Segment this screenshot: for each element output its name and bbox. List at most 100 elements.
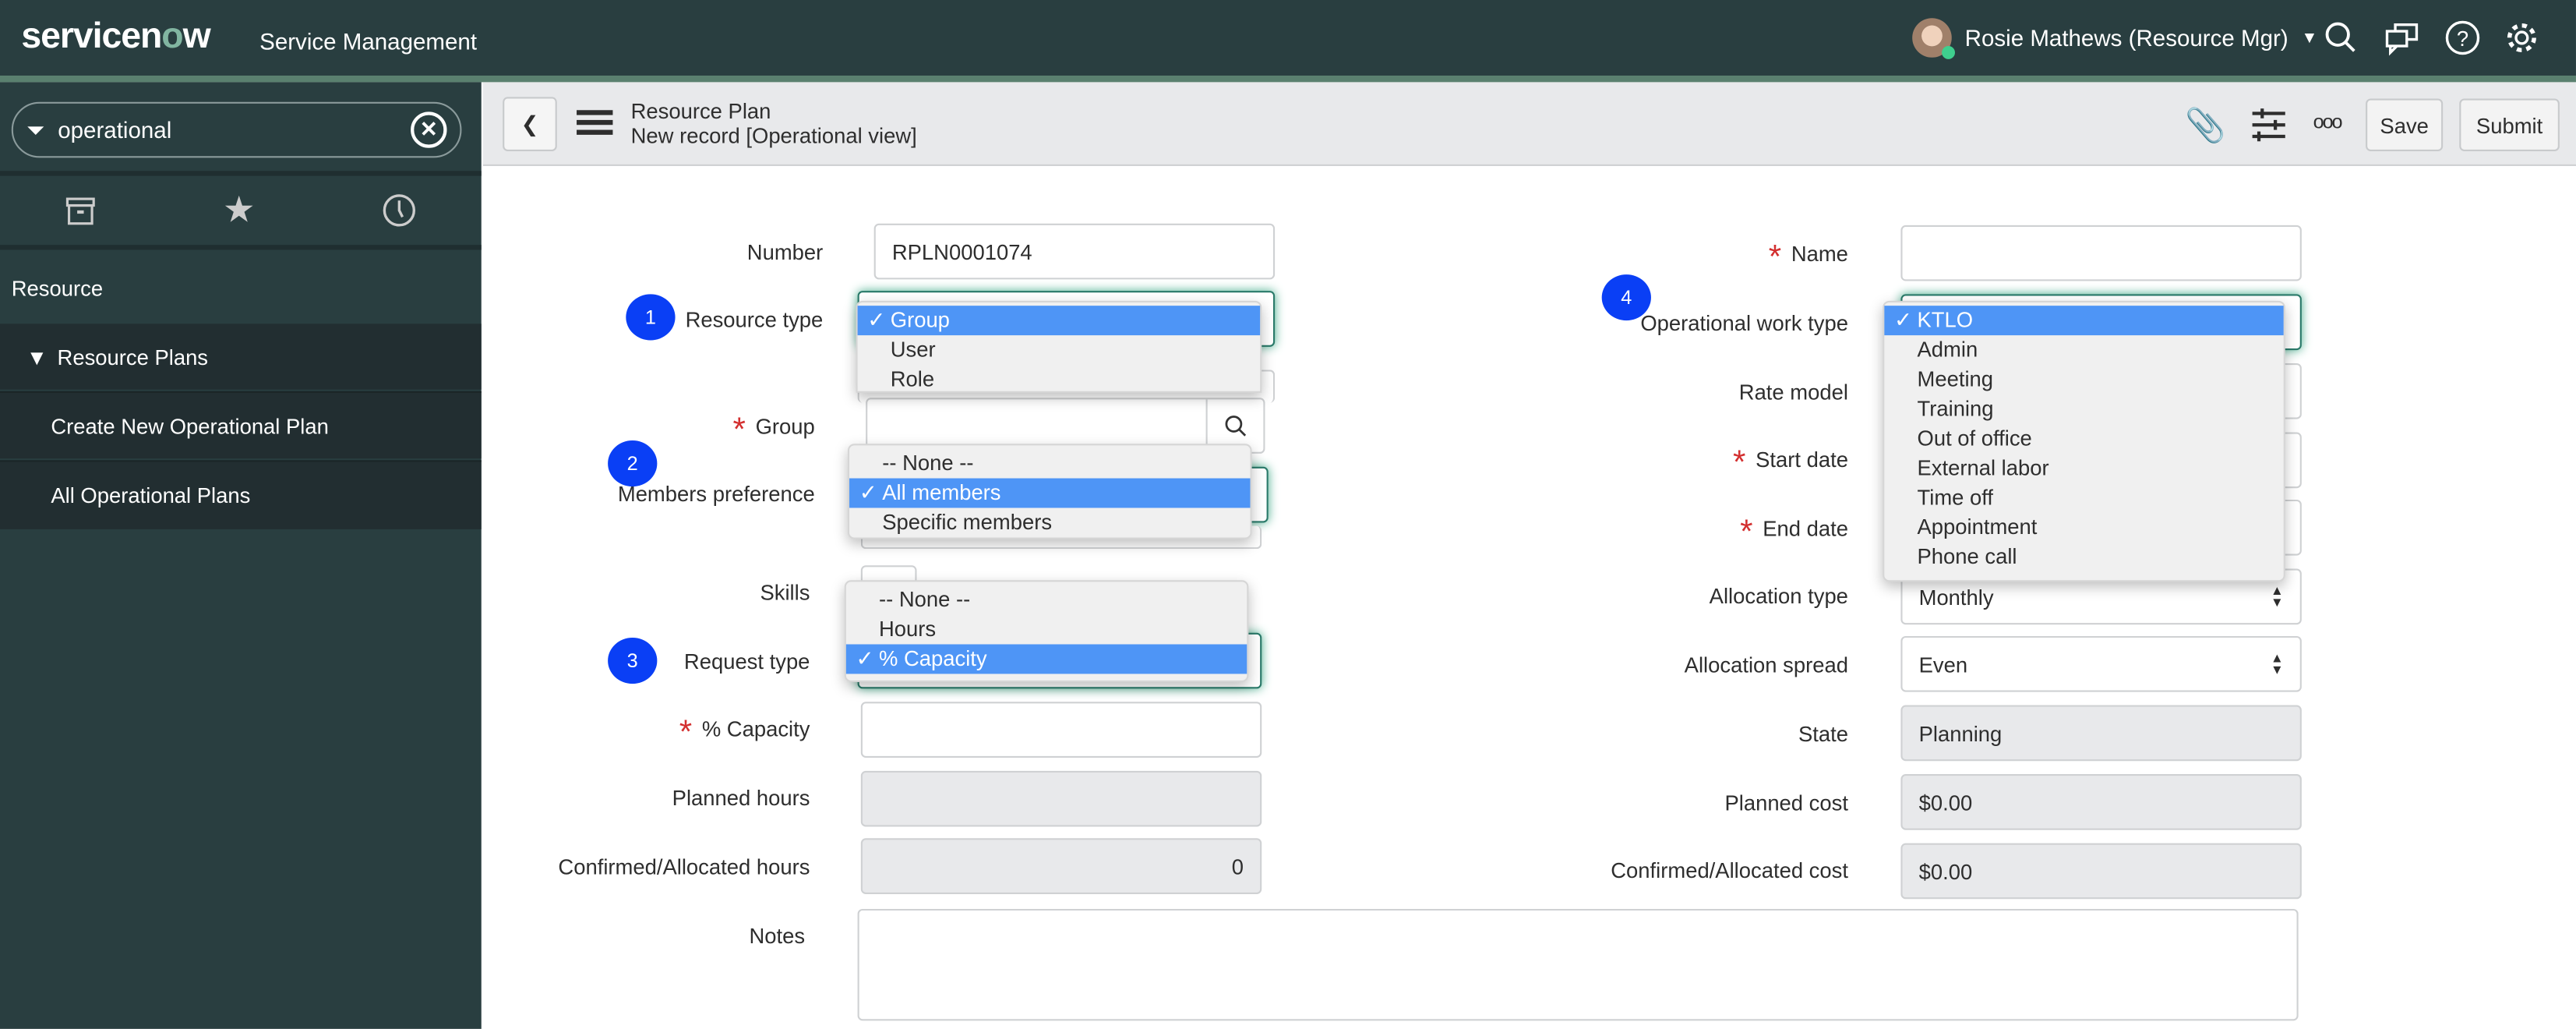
sidebar: ⏷ operational ✕ ★ Resource ▼ Resource Pla… [0, 82, 482, 1029]
svg-text:?: ? [2457, 27, 2468, 51]
notes-textarea[interactable] [857, 908, 2299, 1021]
confirmed-cost-field: $0.00 [1900, 843, 2302, 900]
start-date-label: * Start date [1479, 447, 1848, 479]
required-icon: * [732, 412, 746, 449]
record-subtitle: New record [Operational view] [630, 123, 917, 148]
state-label: State [1798, 721, 1848, 747]
dropdown-option[interactable]: User [858, 335, 1261, 365]
confirmed-hours-label: Confirmed/Allocated hours [558, 854, 810, 879]
sidebar-item-create-plan[interactable]: Create New Operational Plan [0, 391, 482, 459]
planned-hours-field [860, 770, 1262, 827]
members-preference-label: Members preference [617, 481, 815, 507]
user-name: Rosie Mathews (Resource Mgr) [1964, 24, 2288, 51]
clock-icon[interactable] [382, 193, 418, 228]
name-input[interactable] [1900, 225, 2302, 281]
product-name: Service Management [259, 27, 478, 55]
request-type-dropdown: -- None --Hours% Capacity [844, 580, 1249, 682]
step-badge-3: 3 [608, 638, 658, 684]
archive-icon[interactable] [63, 194, 96, 227]
dropdown-option[interactable]: Role [858, 365, 1261, 394]
paperclip-icon[interactable]: 📎 [2185, 105, 2226, 147]
skills-label: Skills [760, 580, 810, 605]
dropdown-option[interactable]: Group [857, 306, 1261, 336]
back-button[interactable]: ❮ [503, 97, 557, 151]
chevron-left-icon: ❮ [520, 111, 539, 136]
user-menu[interactable]: Rosie Mathews (Resource Mgr) ▼ [1912, 18, 2317, 59]
number-input[interactable]: RPLN0001074 [873, 223, 1276, 280]
gear-icon[interactable] [2504, 19, 2539, 55]
group-label-text: Group [755, 414, 815, 439]
select-arrows-icon: ▲▼ [2270, 650, 2284, 677]
end-date-label: * End date [1479, 516, 1848, 549]
dropdown-option[interactable]: External labor [1884, 454, 2283, 483]
clear-icon[interactable]: ✕ [411, 111, 447, 148]
dropdown-option[interactable]: % Capacity [845, 644, 1247, 674]
required-icon: * [1732, 445, 1746, 482]
allocation-spread-value: Even [1918, 651, 1968, 677]
resource-type-dropdown: GroupUserRole [856, 300, 1262, 394]
allocation-spread-label: Allocation spread [1684, 652, 1848, 677]
filter-input[interactable]: operational [58, 117, 397, 143]
dropdown-option[interactable]: -- None -- [846, 585, 1247, 615]
star-icon[interactable]: ★ [223, 189, 256, 232]
form-toolbar: ❮ Resource Plan New record [Operational … [482, 82, 2576, 166]
group-label: * Group [493, 414, 815, 447]
save-button[interactable]: Save [2366, 98, 2444, 151]
required-icon: * [1768, 239, 1782, 277]
dropdown-option[interactable]: Out of office [1884, 424, 2283, 454]
capacity-input[interactable] [860, 702, 1262, 758]
number-label: Number [746, 239, 824, 265]
step-badge-2: 2 [608, 440, 658, 487]
end-date-label-text: End date [1763, 516, 1848, 541]
dropdown-option[interactable]: Meeting [1884, 365, 2283, 394]
settings-sliders-icon[interactable] [2251, 108, 2287, 142]
sidebar-item-resource-plans[interactable]: ▼ Resource Plans [0, 324, 482, 390]
navigator-filter[interactable]: ⏷ operational ✕ [11, 101, 462, 158]
dropdown-option[interactable]: Specific members [849, 507, 1250, 537]
sidebar-item-resource[interactable]: Resource [0, 255, 482, 322]
search-icon[interactable] [2323, 19, 2359, 55]
sidebar-item-label: Resource Plans [57, 344, 209, 370]
name-label: * Name [1479, 241, 1848, 274]
servicenow-logo[interactable]: servicenow [21, 15, 210, 58]
dropdown-option[interactable]: Hours [846, 615, 1247, 645]
dropdown-option[interactable]: Time off [1884, 483, 2283, 513]
name-label-text: Name [1791, 241, 1848, 267]
sidebar-item-all-plans[interactable]: All Operational Plans [0, 460, 482, 529]
step-badge-1: 1 [626, 294, 676, 341]
dropdown-option[interactable]: Admin [1884, 335, 2283, 365]
sidebar-item-label: Resource [11, 276, 104, 301]
avatar [1912, 18, 1955, 59]
submit-button[interactable]: Submit [2459, 98, 2560, 151]
dropdown-option[interactable]: KTLO [1884, 306, 2284, 336]
triangle-down-icon: ▼ [26, 344, 48, 370]
work-type-dropdown: KTLOAdminMeetingTrainingOut of officeExt… [1883, 300, 2285, 582]
allocation-spread-select[interactable]: Even ▲ ▼ [1900, 635, 2302, 692]
dropdown-option[interactable]: Appointment [1884, 513, 2283, 543]
members-preference-dropdown: -- None --All membersSpecific members [847, 444, 1252, 539]
menu-icon[interactable] [577, 110, 613, 135]
required-icon: * [1740, 514, 1753, 551]
capacity-label: * % Capacity [493, 716, 810, 749]
state-field: Planning [1900, 705, 2302, 762]
dropdown-option[interactable]: All members [849, 478, 1251, 508]
dropdown-option[interactable]: -- None -- [849, 449, 1250, 479]
sidebar-item-label: All Operational Plans [51, 483, 251, 508]
top-header: servicenow Service Management Rosie Math… [0, 0, 2576, 76]
header-stripe [0, 75, 2576, 83]
dropdown-option[interactable]: Training [1884, 394, 2283, 424]
chat-icon[interactable] [2384, 19, 2419, 56]
help-icon[interactable]: ? [2444, 19, 2480, 55]
more-options-icon[interactable]: ooo [2313, 110, 2343, 133]
sidebar-tabs: ★ [0, 171, 482, 250]
search-icon [1225, 415, 1247, 437]
start-date-label-text: Start date [1756, 447, 1848, 472]
rate-model-label: Rate model [1738, 380, 1848, 405]
dropdown-option[interactable]: Phone call [1884, 543, 2283, 572]
step-badge-4: 4 [1601, 274, 1651, 321]
allocation-type-value: Monthly [1918, 584, 1994, 610]
planned-cost-label: Planned cost [1724, 790, 1848, 815]
notes-label: Notes [749, 923, 806, 949]
confirmed-hours-field: 0 [860, 838, 1262, 894]
confirmed-cost-label: Confirmed/Allocated cost [1611, 858, 1848, 883]
